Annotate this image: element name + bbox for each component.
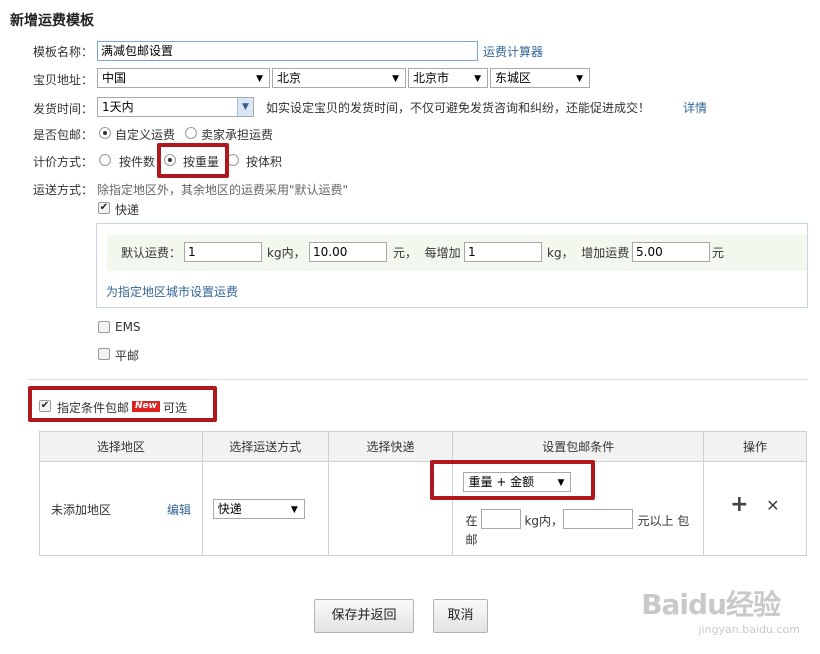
cond-end-label: 邮 — [465, 533, 478, 547]
highlight-condition-select — [430, 460, 595, 500]
freight-calculator-link[interactable]: 运费计算器 — [483, 43, 543, 60]
col-condition: 设置包邮条件 — [452, 431, 705, 462]
country-select[interactable]: 中国 ▼ — [97, 68, 270, 88]
chevron-down-icon: ▼ — [256, 74, 263, 84]
by-volume-label: 按体积 — [246, 155, 283, 169]
region-value: 未添加地区 — [51, 503, 112, 517]
ship-time-label: 发货时间： — [33, 102, 94, 116]
first-fee-input[interactable]: 10.00 — [309, 242, 387, 262]
city-select[interactable]: 北京市 ▼ — [408, 68, 488, 88]
chevron-down-icon: ▼ — [576, 74, 583, 84]
col-method: 选择运送方式 — [201, 431, 329, 462]
free-shipping-label: 是否包邮： — [33, 128, 94, 142]
ship-time-hint: 如实设定宝贝的发货时间，不仅可避免发货咨询和纠纷，还能促进成交！ — [266, 101, 651, 115]
ship-time-detail-link[interactable]: 详情 — [683, 99, 707, 116]
region-fee-link[interactable]: 为指定地区城市设置运费 — [106, 283, 238, 300]
post-label: 平邮 — [115, 349, 140, 363]
by-count-radio[interactable] — [99, 154, 111, 166]
add-icon[interactable]: + — [730, 492, 748, 517]
cond-kg-label: kg内， — [524, 514, 564, 528]
cond-amount-input[interactable] — [563, 509, 634, 529]
ems-label: EMS — [115, 320, 141, 334]
highlight-conditional — [28, 386, 217, 422]
conditions-table: 选择地区 选择运送方式 选择快递 设置包邮条件 操作 未添加地区 编辑 快递 ▼ … — [39, 431, 807, 556]
pricing-label: 计价方式： — [33, 155, 94, 169]
address-label: 宝贝地址： — [33, 73, 94, 87]
cond-weight-input[interactable] — [481, 509, 522, 529]
table-header: 选择地区 选择运送方式 选择快递 设置包邮条件 操作 — [39, 431, 807, 462]
first-weight-input[interactable]: 1 — [184, 242, 262, 262]
ems-checkbox[interactable] — [98, 321, 110, 333]
divider — [28, 379, 808, 380]
region-cell: 未添加地区 编辑 — [39, 461, 203, 556]
cond-prefix: 在 — [465, 514, 478, 528]
chevron-down-icon: ▼ — [474, 74, 481, 84]
post-checkbox[interactable] — [98, 348, 110, 360]
custom-fee-label: 自定义运费 — [115, 128, 176, 142]
each-add-label: 元， 每增加 — [393, 246, 461, 260]
template-name-input[interactable]: 满减包邮设置 — [97, 41, 478, 61]
method-cell: 快递 ▼ — [201, 461, 329, 556]
by-count-label: 按件数 — [119, 155, 156, 169]
chevron-down-icon: ▼ — [290, 505, 298, 515]
custom-fee-radio[interactable] — [99, 127, 111, 139]
seller-pays-label: 卖家承担运费 — [201, 128, 274, 142]
add-fee-input[interactable]: 5.00 — [632, 242, 710, 262]
shipping-desc: 除指定地区外，其余地区的运费采用"默认运费" — [97, 183, 349, 197]
baidu-watermark-logo: Baidu经验 — [641, 588, 781, 621]
col-region: 选择地区 — [39, 431, 203, 462]
kg-within-label: kg内， — [267, 246, 306, 260]
chevron-down-icon: ▼ — [392, 74, 399, 84]
remove-icon[interactable]: ✕ — [766, 496, 779, 515]
col-actions: 操作 — [703, 431, 807, 462]
cancel-button[interactable]: 取消 — [433, 599, 488, 633]
default-fee-label: 默认运费： — [121, 246, 182, 260]
yuan-label: 元 — [712, 246, 725, 260]
shipping-method-label: 运送方式： — [33, 183, 94, 197]
express-label: 快递 — [115, 203, 140, 217]
actions-cell: + ✕ — [703, 461, 807, 556]
add-weight-input[interactable]: 1 — [464, 242, 542, 262]
edit-region-link[interactable]: 编辑 — [167, 501, 191, 518]
district-select[interactable]: 东城区 ▼ — [490, 68, 590, 88]
cond-yuan-label: 元以上 包 — [637, 514, 690, 528]
seller-pays-radio[interactable] — [185, 127, 197, 139]
ship-time-select[interactable]: 1天内 ▼ — [97, 97, 254, 117]
province-select[interactable]: 北京 ▼ — [272, 68, 406, 88]
baidu-watermark-url: jingyan.baidu.com — [698, 623, 800, 636]
express-checkbox[interactable]: ✔ — [98, 202, 110, 214]
col-express: 选择快递 — [327, 431, 454, 462]
highlight-by-weight — [157, 143, 229, 178]
save-return-button[interactable]: 保存并返回 — [314, 599, 414, 633]
table-row: 未添加地区 编辑 快递 ▼ 重量 + 金额 ▼ 在 kg内， 元以上 包 邮 + ✕ — [39, 461, 807, 556]
page-title: 新增运费模板 — [10, 13, 94, 29]
template-name-label: 模板名称： — [33, 45, 94, 59]
chevron-down-icon: ▼ — [237, 98, 253, 116]
method-select[interactable]: 快递 ▼ — [212, 499, 305, 519]
add-fee-label: kg， 增加运费 — [547, 246, 630, 260]
